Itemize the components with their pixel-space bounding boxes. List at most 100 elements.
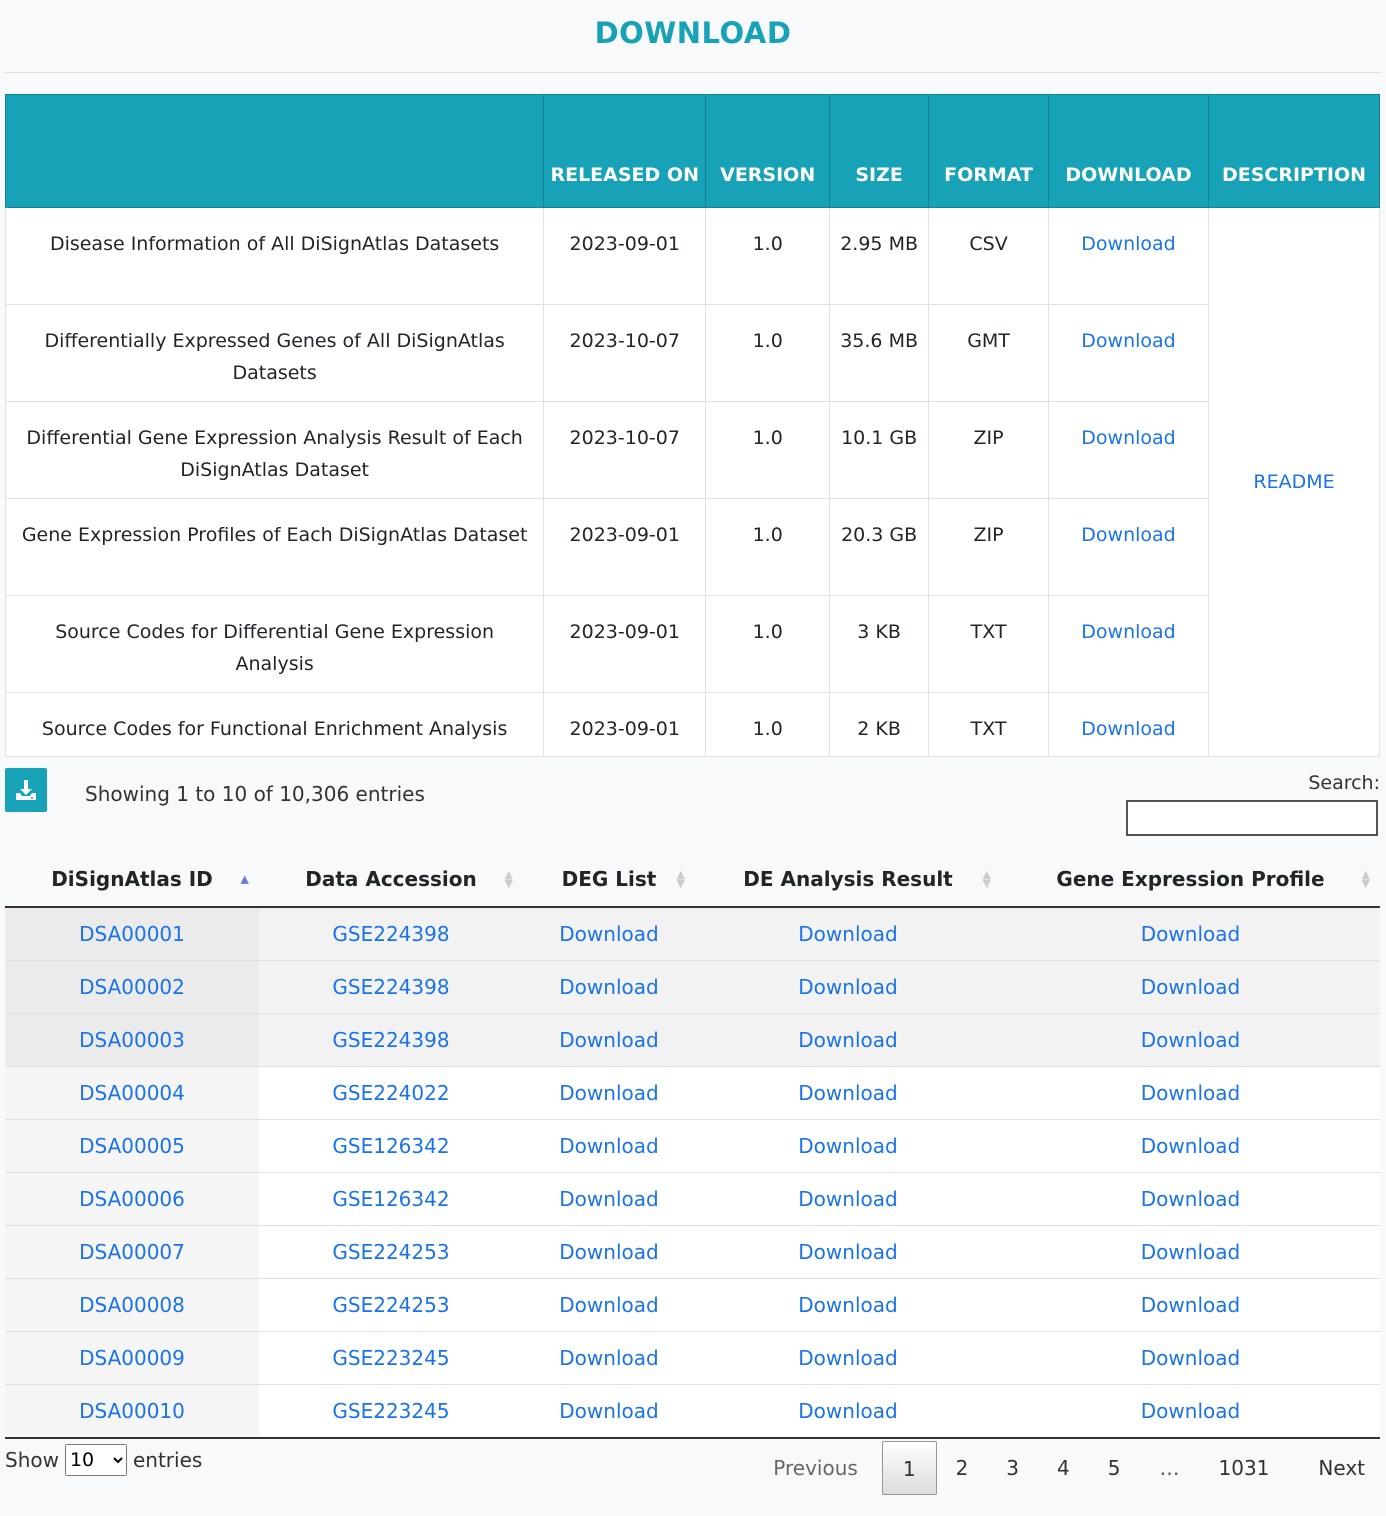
dataset-id-link[interactable]: DSA00003 bbox=[79, 1028, 185, 1052]
file-format: TXT bbox=[928, 595, 1050, 693]
dataset-id-link[interactable]: DSA00010 bbox=[79, 1399, 185, 1423]
deg-download-link[interactable]: Download bbox=[559, 1028, 658, 1052]
accession-link[interactable]: GSE224253 bbox=[332, 1240, 449, 1264]
file-download-link[interactable]: Download bbox=[1081, 233, 1175, 255]
profile-download-link[interactable]: Download bbox=[1141, 1240, 1240, 1264]
table-row: DSA00003 GSE224398 Download Download Dow… bbox=[5, 1013, 1380, 1067]
de-download-link[interactable]: Download bbox=[798, 1028, 897, 1052]
de-download-link[interactable]: Download bbox=[798, 1399, 897, 1423]
file-download-link[interactable]: Download bbox=[1081, 718, 1175, 740]
de-cell: Download bbox=[695, 1172, 1001, 1226]
accession-link[interactable]: GSE223245 bbox=[332, 1399, 449, 1423]
de-download-link[interactable]: Download bbox=[798, 1081, 897, 1105]
file-format: ZIP bbox=[928, 401, 1050, 499]
pagination-page-1[interactable]: 1 bbox=[881, 1441, 937, 1495]
dataset-id-link[interactable]: DSA00009 bbox=[79, 1346, 185, 1370]
header-size: SIZE bbox=[829, 94, 930, 208]
de-cell: Download bbox=[695, 960, 1001, 1014]
profile-download-link[interactable]: Download bbox=[1141, 1399, 1240, 1423]
column-header-id[interactable]: DiSignAtlas ID ▲ bbox=[5, 852, 259, 908]
dataset-id-link[interactable]: DSA00008 bbox=[79, 1293, 185, 1317]
pagination-next[interactable]: Next bbox=[1288, 1441, 1381, 1495]
dataset-id-link[interactable]: DSA00007 bbox=[79, 1240, 185, 1264]
pagination-page-4[interactable]: 4 bbox=[1038, 1441, 1089, 1495]
de-cell: Download bbox=[695, 1331, 1001, 1385]
accession-link[interactable]: GSE224253 bbox=[332, 1293, 449, 1317]
de-download-link[interactable]: Download bbox=[798, 1240, 897, 1264]
dataset-id-link[interactable]: DSA00006 bbox=[79, 1187, 185, 1211]
file-download-link[interactable]: Download bbox=[1081, 524, 1175, 546]
table-row: DSA00009 GSE223245 Download Download Dow… bbox=[5, 1331, 1380, 1385]
deg-download-link[interactable]: Download bbox=[559, 1134, 658, 1158]
accession-link[interactable]: GSE224398 bbox=[332, 975, 449, 999]
accession-link[interactable]: GSE223245 bbox=[332, 1346, 449, 1370]
accession-link[interactable]: GSE126342 bbox=[332, 1134, 449, 1158]
id-cell: DSA00010 bbox=[5, 1384, 259, 1439]
column-header-deg-label: DEG List bbox=[561, 867, 657, 891]
de-download-link[interactable]: Download bbox=[798, 1187, 897, 1211]
deg-download-link[interactable]: Download bbox=[559, 922, 658, 946]
page-length-select[interactable]: 10 bbox=[64, 1444, 127, 1476]
id-cell: DSA00003 bbox=[5, 1013, 259, 1067]
deg-download-link[interactable]: Download bbox=[559, 1399, 658, 1423]
search-input[interactable] bbox=[1126, 800, 1378, 836]
pagination: Previous 1 2 3 4 5 … 1031 Next bbox=[754, 1441, 1381, 1495]
profile-download-link[interactable]: Download bbox=[1141, 975, 1240, 999]
table-row: DSA00010 GSE223245 Download Download Dow… bbox=[5, 1384, 1380, 1439]
column-header-deg[interactable]: DEG List ▲ ▼ bbox=[523, 852, 695, 908]
file-format: GMT bbox=[928, 304, 1050, 402]
pagination-page-5[interactable]: 5 bbox=[1089, 1441, 1140, 1495]
header-version: VERSION bbox=[705, 94, 831, 208]
profile-download-link[interactable]: Download bbox=[1141, 1293, 1240, 1317]
de-cell: Download bbox=[695, 1384, 1001, 1439]
column-header-accession[interactable]: Data Accession ▲ ▼ bbox=[259, 852, 523, 908]
file-released: 2023-10-07 bbox=[543, 401, 707, 499]
column-header-profile[interactable]: Gene Expression Profile ▲ ▼ bbox=[1001, 852, 1380, 908]
de-download-link[interactable]: Download bbox=[798, 1293, 897, 1317]
deg-download-link[interactable]: Download bbox=[559, 1081, 658, 1105]
accession-link[interactable]: GSE224398 bbox=[332, 1028, 449, 1052]
file-download-link[interactable]: Download bbox=[1081, 621, 1175, 643]
profile-download-link[interactable]: Download bbox=[1141, 1028, 1240, 1052]
deg-download-link[interactable]: Download bbox=[559, 1240, 658, 1264]
accession-link[interactable]: GSE224022 bbox=[332, 1081, 449, 1105]
accession-cell: GSE126342 bbox=[259, 1172, 523, 1226]
deg-download-link[interactable]: Download bbox=[559, 1346, 658, 1370]
deg-download-link[interactable]: Download bbox=[559, 1187, 658, 1211]
dataset-id-link[interactable]: DSA00001 bbox=[79, 922, 185, 946]
accession-link[interactable]: GSE224398 bbox=[332, 922, 449, 946]
file-format: CSV bbox=[928, 207, 1050, 305]
file-download-link[interactable]: Download bbox=[1081, 427, 1175, 449]
file-download-cell: Download bbox=[1048, 304, 1209, 402]
readme-link[interactable]: README bbox=[1253, 471, 1334, 493]
file-row: Source Codes for Differential Gene Expre… bbox=[4, 595, 1380, 693]
profile-download-link[interactable]: Download bbox=[1141, 922, 1240, 946]
pagination-page-2[interactable]: 2 bbox=[937, 1441, 988, 1495]
de-download-link[interactable]: Download bbox=[798, 1346, 897, 1370]
de-download-link[interactable]: Download bbox=[798, 922, 897, 946]
de-download-link[interactable]: Download bbox=[798, 975, 897, 999]
profile-download-link[interactable]: Download bbox=[1141, 1081, 1240, 1105]
file-name: Differential Gene Expression Analysis Re… bbox=[4, 401, 545, 499]
deg-download-link[interactable]: Download bbox=[559, 975, 658, 999]
profile-download-link[interactable]: Download bbox=[1141, 1346, 1240, 1370]
pagination-page-last[interactable]: 1031 bbox=[1200, 1441, 1289, 1495]
export-button[interactable] bbox=[5, 768, 47, 812]
profile-download-link[interactable]: Download bbox=[1141, 1187, 1240, 1211]
file-download-link[interactable]: Download bbox=[1081, 330, 1175, 352]
de-download-link[interactable]: Download bbox=[798, 1134, 897, 1158]
profile-cell: Download bbox=[1001, 1384, 1380, 1439]
accession-link[interactable]: GSE126342 bbox=[332, 1187, 449, 1211]
file-released: 2023-09-01 bbox=[543, 595, 707, 693]
dataset-id-link[interactable]: DSA00002 bbox=[79, 975, 185, 999]
profile-download-link[interactable]: Download bbox=[1141, 1134, 1240, 1158]
dataset-id-link[interactable]: DSA00004 bbox=[79, 1081, 185, 1105]
file-download-cell: Download bbox=[1048, 692, 1209, 757]
column-header-de-result-label: DE Analysis Result bbox=[743, 867, 953, 891]
pagination-page-3[interactable]: 3 bbox=[987, 1441, 1038, 1495]
dataset-id-link[interactable]: DSA00005 bbox=[79, 1134, 185, 1158]
pagination-previous[interactable]: Previous bbox=[754, 1441, 882, 1495]
de-cell: Download bbox=[695, 1013, 1001, 1067]
deg-download-link[interactable]: Download bbox=[559, 1293, 658, 1317]
column-header-de-result[interactable]: DE Analysis Result ▲ ▼ bbox=[695, 852, 1001, 908]
